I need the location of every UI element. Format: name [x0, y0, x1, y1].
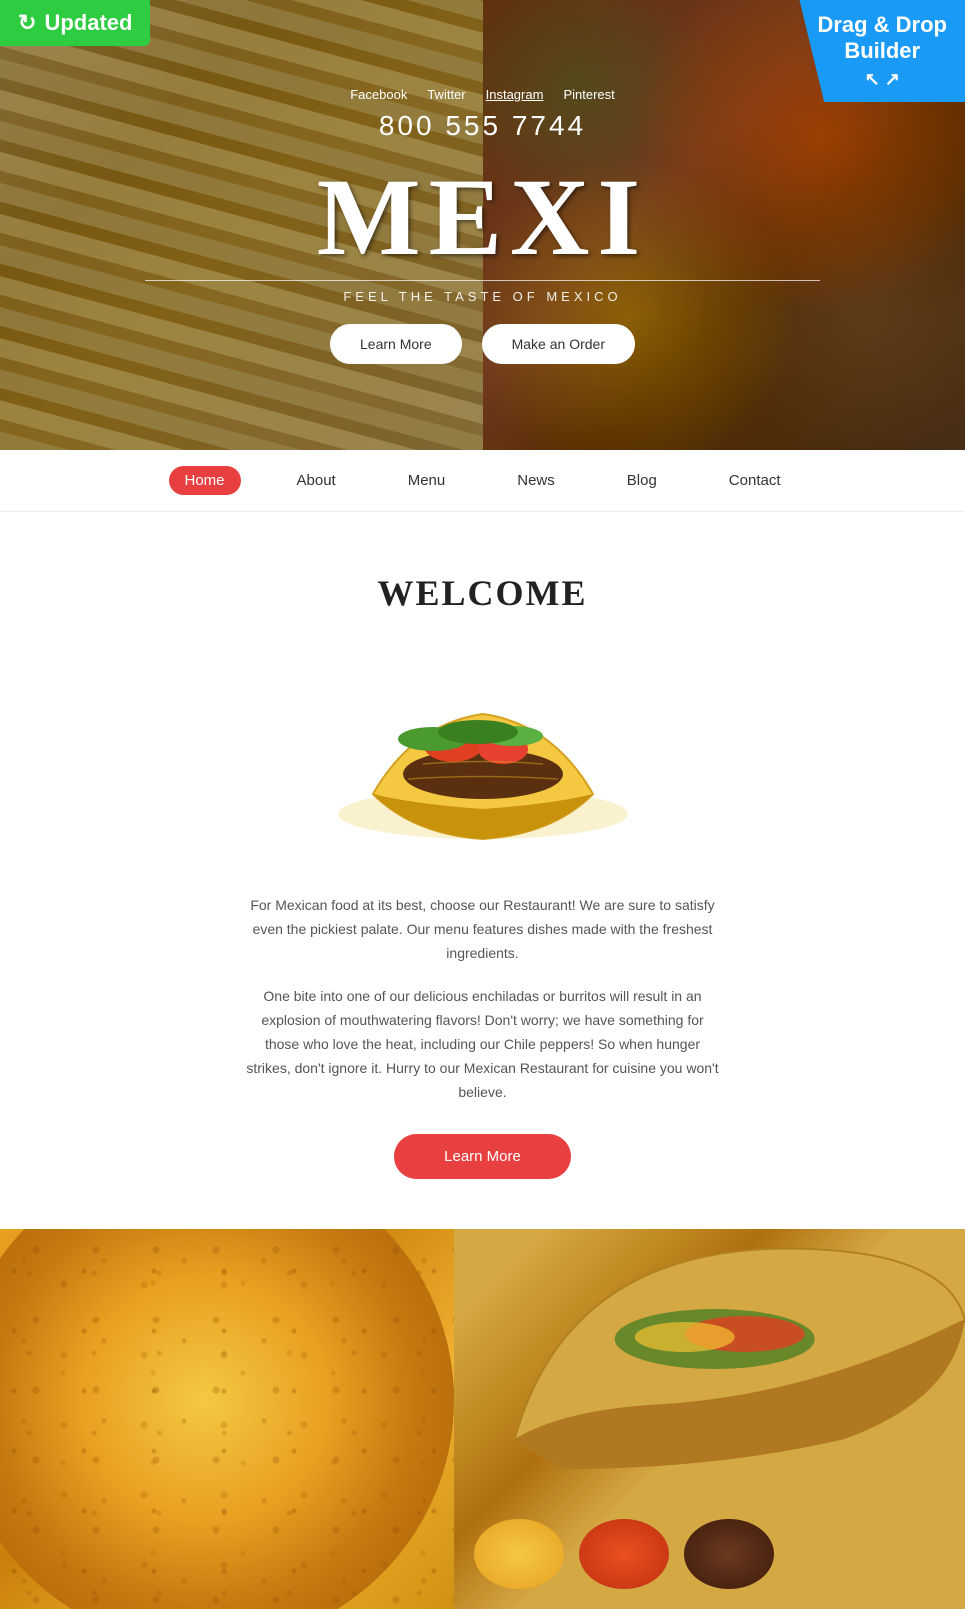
dnd-badge: Drag & DropBuilder ↖ ↗ — [799, 0, 965, 102]
nav-blog[interactable]: Blog — [611, 466, 673, 495]
beans-bowl — [684, 1519, 774, 1589]
cheese-bowl — [474, 1519, 564, 1589]
refresh-icon: ↻ — [18, 10, 36, 36]
food-gallery-bowls — [454, 1229, 965, 1609]
salsa-bowl — [579, 1519, 669, 1589]
food-gallery — [0, 1229, 965, 1609]
nav-menu[interactable]: Menu — [392, 466, 462, 495]
hero-phone: 800 555 7744 — [0, 110, 965, 142]
welcome-learn-more-button[interactable]: Learn More — [394, 1134, 571, 1179]
welcome-text-1: For Mexican food at its best, choose our… — [243, 894, 723, 965]
welcome-title: WELCOME — [20, 572, 945, 614]
nav-news[interactable]: News — [501, 466, 571, 495]
make-order-button[interactable]: Make an Order — [482, 324, 635, 364]
hero-subtitle: FEEL THE TASTE OF MEXICO — [0, 289, 965, 304]
hero-divider — [145, 280, 821, 281]
welcome-text-2: One bite into one of our delicious enchi… — [243, 985, 723, 1104]
taco-image — [333, 644, 633, 864]
taco-fold-svg — [464, 1239, 965, 1489]
taco-fold-container — [464, 1239, 965, 1549]
hero-title: MEXI — [0, 162, 965, 272]
updated-label: Updated — [44, 10, 132, 36]
resize-icon: ↖ ↗ — [817, 69, 947, 91]
hero-content: Facebook Twitter Instagram Pinterest 800… — [0, 87, 965, 364]
twitter-link[interactable]: Twitter — [427, 87, 465, 102]
hero-section: ↻ Updated Drag & DropBuilder ↖ ↗ Faceboo… — [0, 0, 965, 450]
learn-more-button[interactable]: Learn More — [330, 324, 462, 364]
social-links: Facebook Twitter Instagram Pinterest — [0, 87, 965, 102]
food-gallery-tortilla — [0, 1229, 454, 1609]
dnd-label: Drag & DropBuilder — [817, 12, 947, 63]
welcome-section: WELCOME — [0, 512, 965, 1229]
instagram-link[interactable]: Instagram — [486, 87, 544, 102]
nav-about[interactable]: About — [281, 466, 352, 495]
nav-contact[interactable]: Contact — [713, 466, 797, 495]
taco-svg — [333, 644, 633, 864]
nav-home[interactable]: Home — [169, 466, 241, 495]
pinterest-link[interactable]: Pinterest — [563, 87, 614, 102]
hero-buttons: Learn More Make an Order — [0, 324, 965, 364]
updated-badge: ↻ Updated — [0, 0, 150, 46]
facebook-link[interactable]: Facebook — [350, 87, 407, 102]
main-nav: Home About Menu News Blog Contact — [0, 450, 965, 512]
bowls-container — [474, 1519, 774, 1589]
